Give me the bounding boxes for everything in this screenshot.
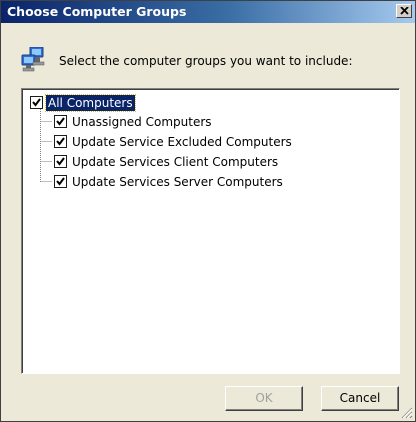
all-computers-checkbox[interactable] — [30, 96, 43, 109]
excluded-computers-checkbox[interactable] — [54, 135, 67, 148]
unassigned-computers-checkbox[interactable] — [54, 115, 67, 128]
tree-node-label: Unassigned Computers — [72, 115, 212, 129]
tree-node-label: Update Services Client Computers — [72, 155, 279, 169]
close-icon — [400, 7, 409, 15]
choose-computer-groups-dialog: Choose Computer Groups Select the comput… — [0, 0, 416, 422]
client-computers-checkbox[interactable] — [54, 155, 67, 168]
computer-groups-tree[interactable]: All Computers Unassigned Computers Updat… — [21, 88, 400, 374]
resize-grip-icon[interactable] — [401, 407, 413, 419]
checkmark-icon — [56, 137, 65, 146]
checkmark-icon — [32, 98, 41, 107]
tree-connector-lines — [40, 109, 52, 182]
title-bar[interactable]: Choose Computer Groups — [1, 1, 415, 23]
tree-node-label: Update Service Excluded Computers — [72, 135, 292, 149]
ok-button[interactable]: OK — [225, 386, 303, 411]
cancel-button[interactable]: Cancel — [321, 386, 399, 411]
close-button[interactable] — [396, 4, 412, 18]
computer-groups-icon — [21, 47, 45, 72]
checkmark-icon — [56, 117, 65, 126]
window-title: Choose Computer Groups — [7, 4, 187, 19]
tree-node-label: Update Services Server Computers — [72, 175, 283, 189]
checkmark-icon — [56, 157, 65, 166]
instruction-text: Select the computer groups you want to i… — [59, 54, 353, 68]
tree-node-label: All Computers — [45, 94, 136, 112]
checkmark-icon — [56, 177, 65, 186]
server-computers-checkbox[interactable] — [54, 175, 67, 188]
